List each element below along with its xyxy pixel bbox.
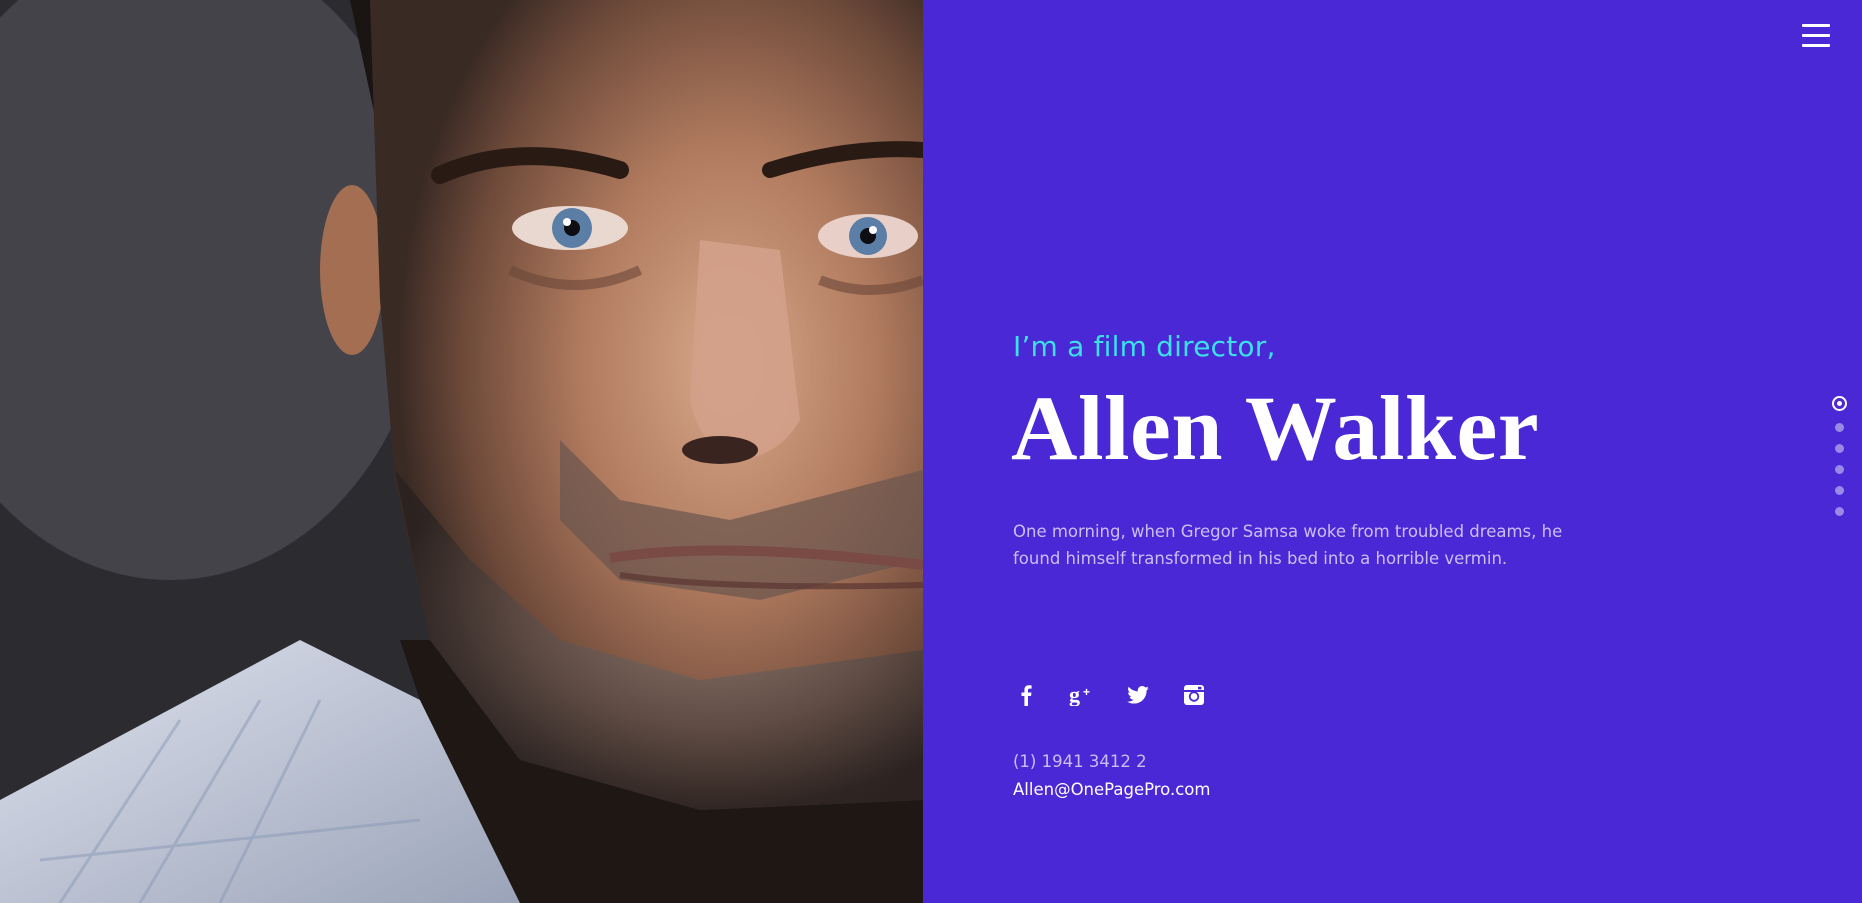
section-dot[interactable] <box>1835 507 1844 516</box>
contact-phone: (1) 1941 3412 2 <box>1013 752 1147 771</box>
hero-content-panel: I’m a film director, Allen Walker One mo… <box>923 0 1862 903</box>
menu-bar <box>1802 24 1830 27</box>
section-dot[interactable] <box>1835 465 1844 474</box>
menu-bar <box>1802 44 1830 47</box>
page: I’m a film director, Allen Walker One mo… <box>0 0 1862 903</box>
hero-name: Allen Walker <box>1011 377 1540 479</box>
section-dot[interactable] <box>1835 423 1844 432</box>
instagram-icon[interactable] <box>1181 682 1207 708</box>
portrait-photo <box>0 0 923 903</box>
svg-text:+: + <box>1083 685 1090 699</box>
contact-email-link[interactable]: Allen@OnePagePro.com <box>1013 780 1210 799</box>
facebook-icon[interactable] <box>1013 682 1039 708</box>
section-dot[interactable] <box>1835 444 1844 453</box>
menu-bar <box>1802 34 1830 37</box>
portrait-illustration <box>0 0 923 903</box>
svg-text:g: g <box>1069 684 1080 706</box>
section-dots-nav <box>1832 396 1847 516</box>
twitter-icon[interactable] <box>1125 682 1151 708</box>
google-plus-icon[interactable]: g + <box>1069 682 1095 708</box>
hero-tagline: I’m a film director, <box>1013 330 1276 363</box>
social-links: g + <box>1013 682 1207 708</box>
hamburger-menu-icon[interactable] <box>1802 24 1832 52</box>
section-dot-active[interactable] <box>1832 396 1847 411</box>
section-dot[interactable] <box>1835 486 1844 495</box>
hero-bio: One morning, when Gregor Samsa woke from… <box>1013 522 1563 568</box>
